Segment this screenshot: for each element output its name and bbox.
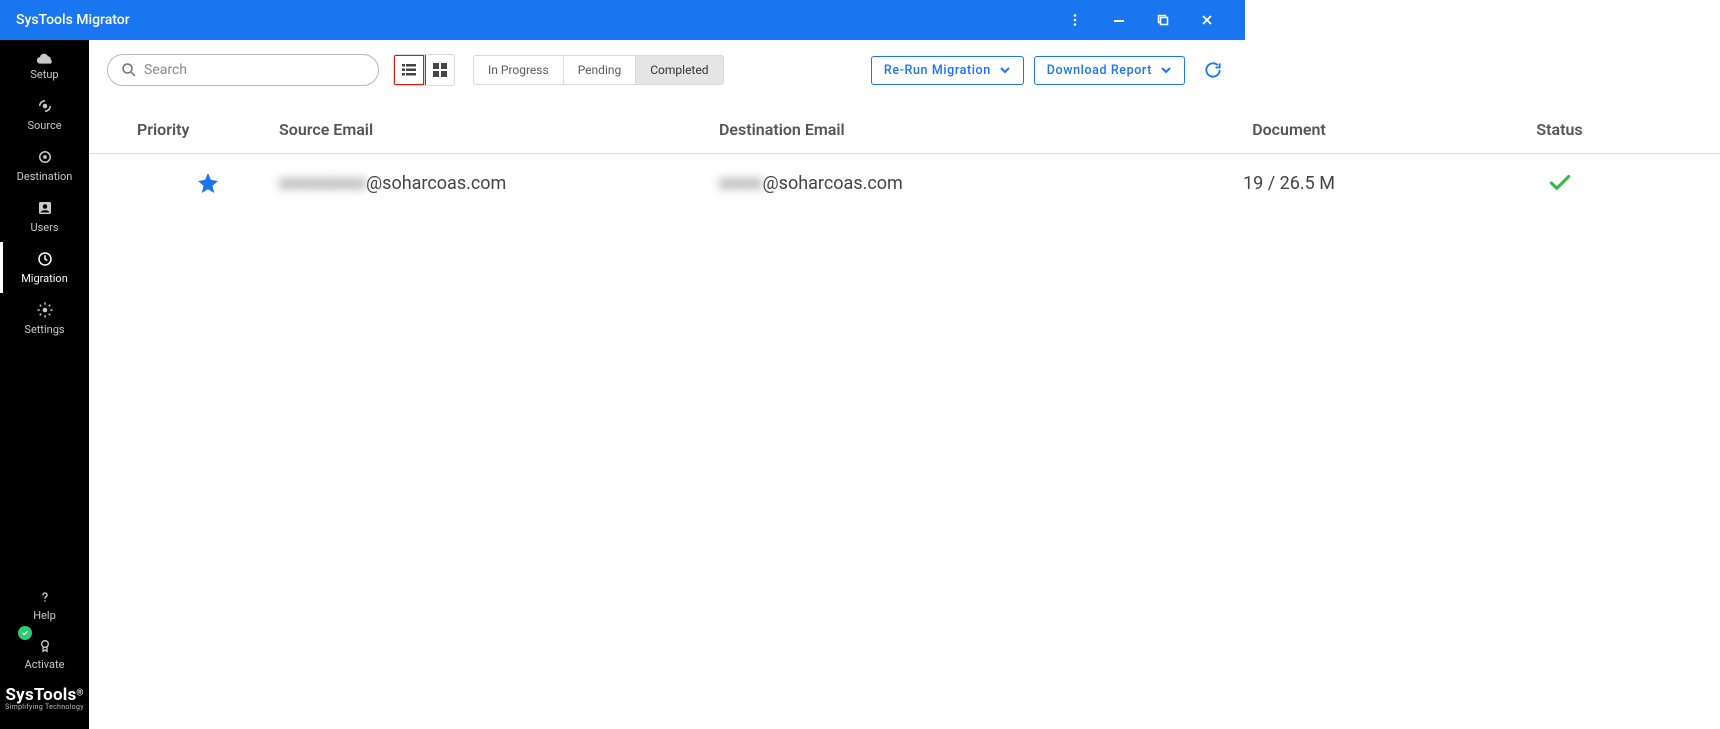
refresh-icon (1203, 60, 1223, 80)
col-document: Document (1179, 120, 1399, 139)
chevron-down-icon (999, 64, 1011, 76)
kebab-icon (1068, 13, 1082, 27)
source-email-cell: ■■■■■■■■@soharcoas.com (279, 173, 719, 194)
cloud-icon (35, 50, 55, 64)
col-status: Status (1399, 120, 1720, 139)
sidebar-item-activate[interactable]: Activate (0, 630, 89, 679)
col-source-email: Source Email (279, 120, 719, 139)
sidebar-item-label: Migration (21, 272, 68, 285)
destination-email-cell: ■■■■@soharcoas.com (719, 173, 1179, 194)
sidebar-item-settings[interactable]: Settings (0, 293, 89, 344)
target-icon (36, 148, 54, 166)
results-table: Priority Source Email Destination Email … (89, 110, 1720, 212)
status-dot (18, 626, 32, 640)
star-icon[interactable] (196, 171, 220, 195)
search-box[interactable] (107, 54, 379, 86)
broadcast-icon (36, 97, 54, 115)
rerun-label: Re-Run Migration (884, 63, 991, 78)
status-cell (1399, 170, 1720, 196)
kebab-menu-button[interactable] (1053, 0, 1097, 40)
table-row[interactable]: ■■■■■■■■@soharcoas.com ■■■■@soharcoas.co… (89, 154, 1720, 212)
minimize-button[interactable] (1097, 0, 1141, 40)
gear-icon (36, 301, 54, 319)
list-icon (401, 62, 417, 78)
grid-icon (432, 62, 448, 78)
sidebar-item-users[interactable]: Users (0, 191, 89, 242)
download-report-button[interactable]: Download Report (1034, 56, 1185, 85)
brand-tagline: Simplifying Technology (0, 703, 89, 711)
sidebar-item-label: Destination (17, 170, 73, 183)
search-icon (120, 61, 138, 79)
sidebar-item-label: Users (30, 221, 58, 234)
rerun-migration-button[interactable]: Re-Run Migration (871, 56, 1024, 85)
check-icon (1547, 170, 1573, 196)
grid-view-button[interactable] (424, 55, 454, 85)
masked-text: ■■■■ (719, 173, 763, 194)
tab-in-progress[interactable]: In Progress (474, 56, 563, 84)
person-card-icon (36, 199, 54, 217)
col-destination-email: Destination Email (719, 120, 1179, 139)
maximize-button[interactable] (1141, 0, 1185, 40)
toolbar: In Progress Pending Completed Re-Run Mig… (89, 40, 1245, 100)
sidebar-item-label: Activate (25, 658, 65, 671)
priority-cell (89, 171, 279, 195)
status-tabs: In Progress Pending Completed (473, 55, 724, 85)
sidebar-item-destination[interactable]: Destination (0, 140, 89, 191)
chevron-down-icon (1160, 64, 1172, 76)
list-view-button[interactable] (394, 55, 424, 85)
help-icon (37, 589, 53, 605)
destination-domain: @soharcoas.com (763, 173, 903, 194)
minimize-icon (1113, 14, 1125, 26)
download-label: Download Report (1047, 63, 1152, 78)
table-header: Priority Source Email Destination Email … (89, 110, 1720, 154)
source-domain: @soharcoas.com (366, 173, 506, 194)
sidebar-item-label: Source (27, 119, 61, 132)
title-bar: SysTools Migrator (0, 0, 1245, 40)
refresh-button[interactable] (1199, 56, 1227, 84)
sidebar-item-label: Setup (30, 68, 58, 81)
sidebar: Setup Source Destination Users Migration… (0, 40, 89, 729)
sidebar-item-help[interactable]: Help (0, 581, 89, 630)
clock-icon (36, 250, 54, 268)
brand-logo: SysTools® Simplifying Technology (0, 679, 89, 721)
maximize-icon (1157, 14, 1169, 26)
sidebar-item-migration[interactable]: Migration (0, 242, 89, 293)
sidebar-item-label: Help (33, 609, 56, 622)
view-toggle (393, 54, 455, 86)
sidebar-item-setup[interactable]: Setup (0, 40, 89, 89)
masked-text: ■■■■■■■■ (279, 173, 366, 194)
close-icon (1201, 14, 1213, 26)
window-title: SysTools Migrator (16, 12, 130, 28)
badge-icon (37, 638, 53, 654)
tab-pending[interactable]: Pending (563, 56, 636, 84)
close-button[interactable] (1185, 0, 1229, 40)
col-priority: Priority (89, 120, 279, 139)
sidebar-item-label: Settings (24, 323, 64, 336)
brand-name: SysTools (6, 685, 77, 705)
search-input[interactable] (144, 62, 366, 78)
sidebar-item-source[interactable]: Source (0, 89, 89, 140)
document-cell: 19 / 26.5 M (1179, 173, 1399, 194)
tab-completed[interactable]: Completed (635, 56, 722, 84)
